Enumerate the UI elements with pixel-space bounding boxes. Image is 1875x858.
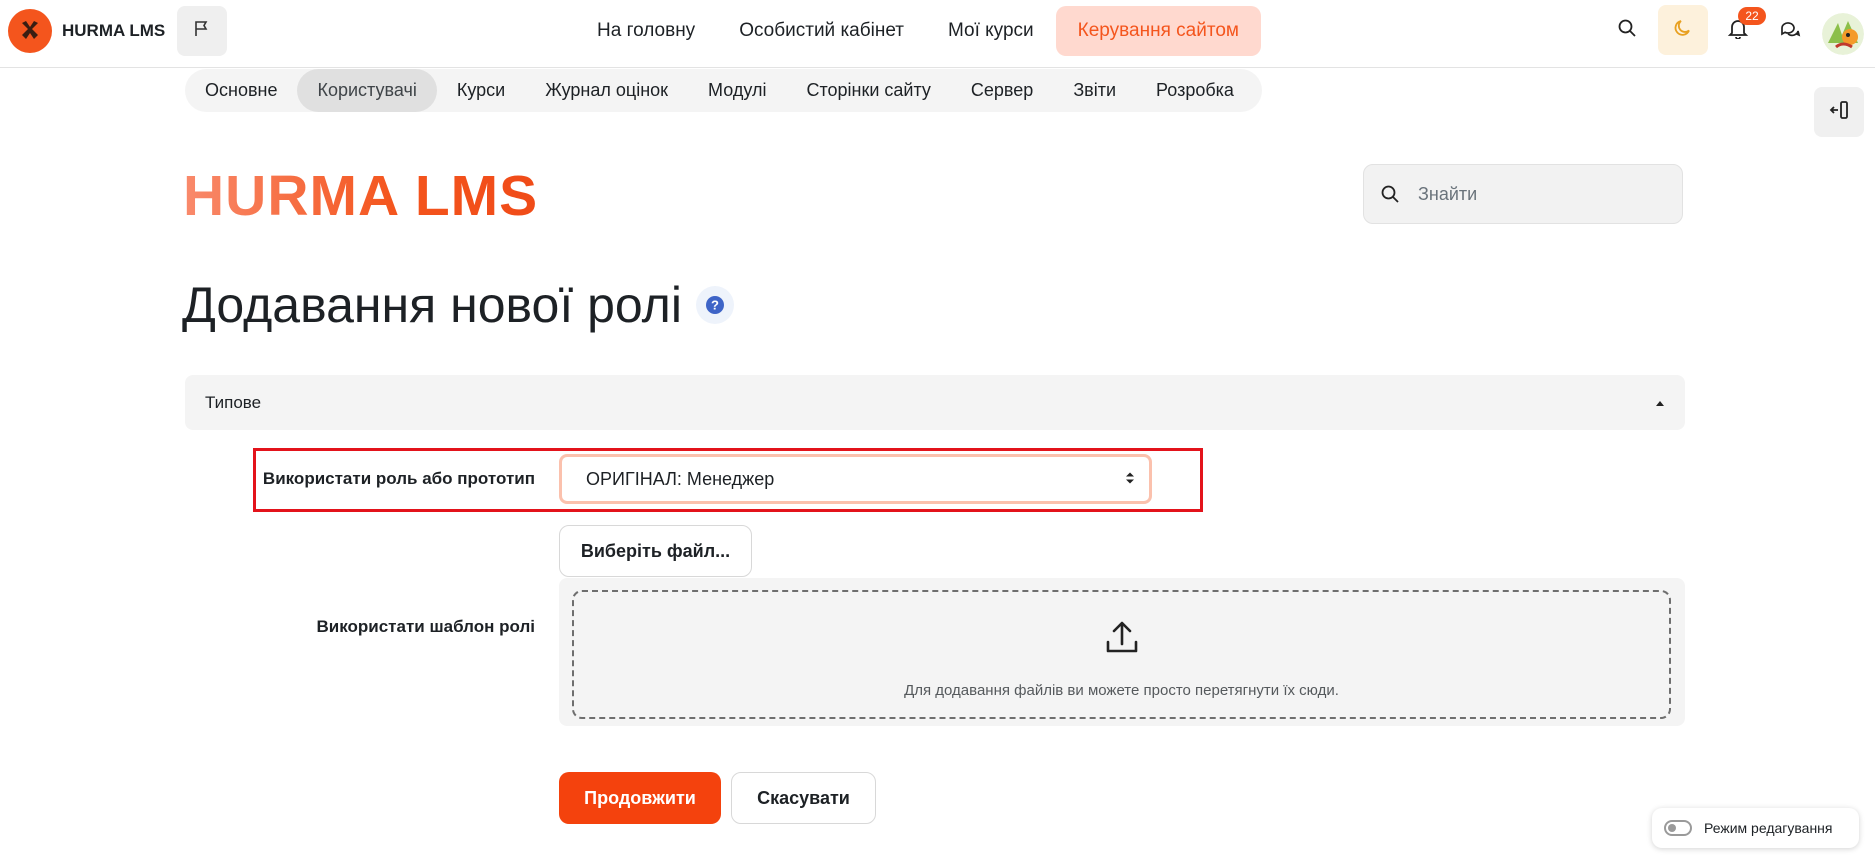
page-title: Додавання нової ролі xyxy=(182,277,682,333)
subnav-reports[interactable]: Звіти xyxy=(1053,69,1136,112)
prototype-select[interactable]: ОРИГІНАЛ: Менеджер xyxy=(559,454,1152,504)
notifications-button[interactable]: 22 xyxy=(1713,5,1766,55)
cancel-button[interactable]: Скасувати xyxy=(731,772,876,824)
navbar-actions: 22 xyxy=(0,5,1875,57)
edit-mode-label: Режим редагування xyxy=(1704,820,1833,836)
continue-button[interactable]: Продовжити xyxy=(559,772,721,824)
template-label: Використати шаблон ролі xyxy=(316,617,536,636)
dropzone-text: Для додавання файлів ви можете просто пе… xyxy=(904,682,1339,699)
help-icon[interactable]: ? xyxy=(695,286,734,324)
moon-icon xyxy=(1673,18,1693,43)
choose-file-button[interactable]: Виберіть файл... xyxy=(559,525,752,577)
file-dropzone-container: Для додавання файлів ви можете просто пе… xyxy=(559,578,1685,726)
subnav-general[interactable]: Основне xyxy=(185,69,297,112)
subnav-appearance[interactable]: Сторінки сайту xyxy=(786,69,950,112)
drawer-toggle-button[interactable] xyxy=(1814,87,1864,137)
secondary-nav: Основне Користувачі Курси Журнал оцінок … xyxy=(185,69,1262,112)
section-title: Типове xyxy=(205,392,262,412)
edit-mode-toggle[interactable] xyxy=(1664,820,1692,836)
drawer-open-icon xyxy=(1828,99,1850,126)
file-dropzone[interactable]: Для додавання файлів ви можете просто пе… xyxy=(572,590,1671,719)
svg-text:?: ? xyxy=(711,298,719,313)
search-button[interactable] xyxy=(1602,5,1652,55)
upload-icon xyxy=(1102,618,1142,663)
top-navbar: HURMA LMS На головну Особистий кабінет М… xyxy=(0,0,1875,68)
subnav-development[interactable]: Розробка xyxy=(1136,69,1254,112)
user-avatar[interactable] xyxy=(1822,13,1864,55)
search-box[interactable] xyxy=(1363,164,1683,224)
search-input[interactable] xyxy=(1416,182,1660,206)
subnav-server[interactable]: Сервер xyxy=(951,69,1053,112)
subnav-courses[interactable]: Курси xyxy=(437,69,525,112)
subnav-plugins[interactable]: Модулі xyxy=(688,69,786,112)
prototype-label: Використати роль або прототип xyxy=(262,469,535,488)
prototype-select-value: ОРИГІНАЛ: Менеджер xyxy=(586,468,775,489)
chat-icon xyxy=(1779,17,1801,44)
select-arrows-icon xyxy=(1125,469,1135,490)
subnav-users[interactable]: Користувачі xyxy=(297,69,437,112)
search-icon xyxy=(1617,18,1637,43)
page-heading: Додавання нової ролі ? xyxy=(182,272,734,338)
notification-count-badge: 22 xyxy=(1738,7,1766,25)
edit-mode-switch[interactable]: Режим редагування xyxy=(1652,808,1859,848)
dark-mode-button[interactable] xyxy=(1658,5,1708,55)
search-icon xyxy=(1380,184,1400,204)
subnav-grades[interactable]: Журнал оцінок xyxy=(525,69,688,112)
collapse-caret-icon xyxy=(1655,394,1665,412)
site-title: HURMA LMS xyxy=(183,161,538,231)
messages-button[interactable] xyxy=(1765,5,1815,55)
section-header-general[interactable]: Типове xyxy=(185,375,1685,430)
